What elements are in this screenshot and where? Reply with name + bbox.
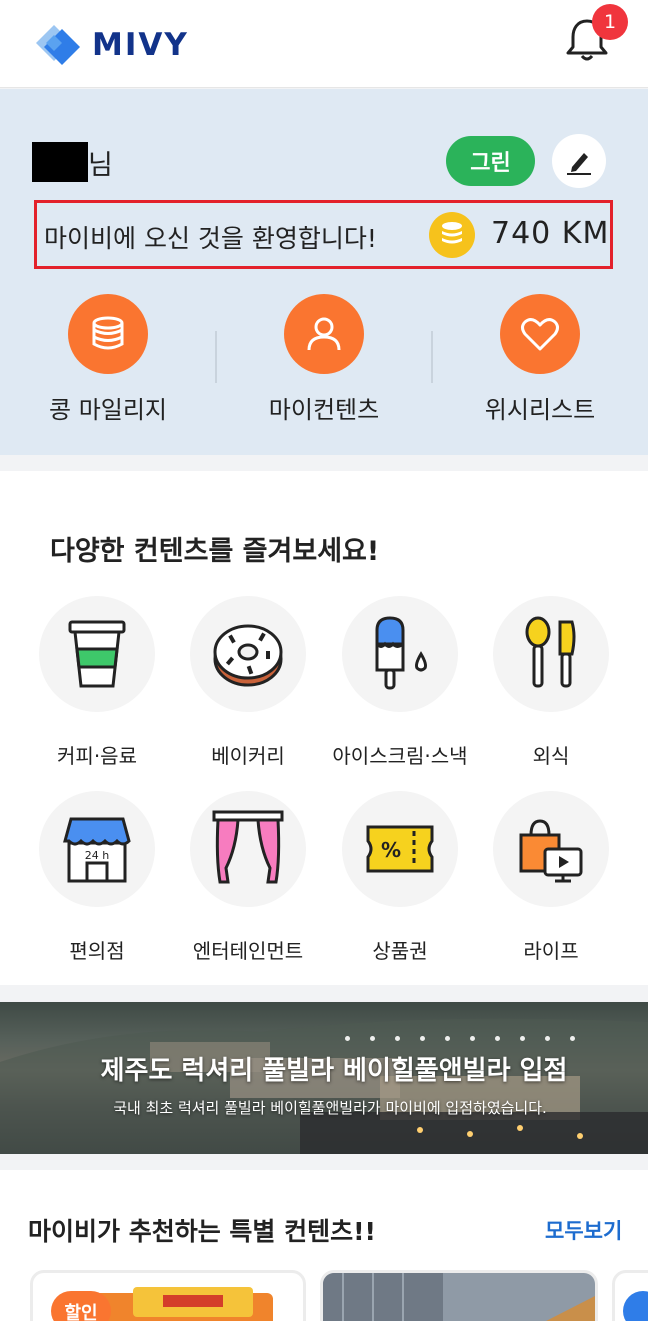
welcome-mileage-box: 마이비에 오신 것을 환영합니다! 740 KM — [34, 200, 613, 269]
category-label: 상품권 — [372, 939, 428, 963]
banner-title: 제주도 럭셔리 풀빌라 베이힐풀앤빌라 입점 — [100, 1056, 568, 1086]
category-label: 라이프 — [523, 939, 579, 963]
category-title: 다양한 컨텐츠를 즐겨보세요! — [50, 536, 380, 567]
category-label: 아이스크림·스낵 — [332, 744, 468, 768]
category-label: 외식 — [532, 744, 570, 768]
category-convenience[interactable]: 24 h 편의점 — [21, 791, 173, 971]
quick-menu-wishlist[interactable]: 위시리스트 — [432, 294, 648, 424]
curtain-icon — [190, 791, 306, 907]
category-section: 다양한 컨텐츠를 즐겨보세요! 커피·음료 베이커리 아이스크림·스낵 외식 2… — [0, 471, 648, 985]
category-life[interactable]: 라이프 — [475, 791, 627, 971]
category-coffee[interactable]: 커피·음료 — [21, 596, 173, 776]
welcome-message: 마이비에 오신 것을 환영합니다! — [44, 224, 377, 253]
category-icecream[interactable]: 아이스크림·스낵 — [324, 596, 476, 776]
category-giftcard[interactable]: % 상품권 — [324, 791, 476, 971]
edit-profile-button[interactable] — [552, 134, 606, 188]
shopping-video-icon — [493, 791, 609, 907]
recommended-section: 마이비가 추천하는 특별 컨텐츠!! 모두보기 할인 — [0, 1170, 648, 1321]
pencil-icon — [567, 153, 591, 175]
recommended-card[interactable]: 할인 — [30, 1270, 306, 1321]
recommended-card[interactable] — [320, 1270, 598, 1321]
coupon-icon: % — [342, 791, 458, 907]
brand-name: MIVY — [92, 27, 189, 63]
category-bakery[interactable]: 베이커리 — [172, 596, 324, 776]
svg-text:24 h: 24 h — [85, 849, 109, 862]
discount-badge: 할인 — [51, 1291, 111, 1321]
recommended-card[interactable] — [612, 1270, 648, 1321]
category-label: 커피·음료 — [57, 744, 137, 768]
card-badge-partial — [623, 1291, 648, 1321]
mileage-value: 740 KM — [491, 216, 610, 251]
banner-subtitle: 국내 최초 럭셔리 풀빌라 베이힐풀앤빌라가 마이비에 입점하였습니다. — [113, 1099, 547, 1117]
convenience-store-icon: 24 h — [39, 791, 155, 907]
donut-icon — [190, 596, 306, 712]
app-header: MIVY 1 — [0, 0, 648, 88]
popsicle-icon — [342, 596, 458, 712]
heart-icon — [500, 294, 580, 374]
logo-mark-icon — [36, 25, 80, 65]
category-label: 베이커리 — [211, 744, 285, 768]
category-entertainment[interactable]: 엔터테인먼트 — [172, 791, 324, 971]
see-all-link[interactable]: 모두보기 — [545, 1215, 622, 1245]
quick-menu-label: 마이컨텐츠 — [268, 396, 380, 424]
category-dining[interactable]: 외식 — [475, 596, 627, 776]
promo-banner[interactable]: 제주도 럭셔리 풀빌라 베이힐풀앤빌라 입점 국내 최초 럭셔리 풀빌라 베이힐… — [0, 1002, 648, 1154]
notification-badge: 1 — [592, 4, 628, 40]
username-suffix: 님 — [88, 150, 113, 181]
category-label: 편의점 — [69, 939, 125, 963]
coin-icon — [429, 212, 475, 258]
redacted-username — [32, 142, 88, 182]
spoon-knife-icon — [493, 596, 609, 712]
profile-section: 님 그린 마이비에 오신 것을 환영합니다! 740 KM 콩 마일리지 마이컨… — [0, 89, 648, 455]
grade-badge[interactable]: 그린 — [446, 136, 535, 186]
svg-text:%: % — [381, 838, 401, 862]
category-label: 엔터테인먼트 — [192, 939, 304, 963]
user-icon — [284, 294, 364, 374]
quick-menu-label: 콩 마일리지 — [48, 396, 168, 424]
quick-menu-my-contents[interactable]: 마이컨텐츠 — [216, 294, 432, 424]
quick-menu-mileage[interactable]: 콩 마일리지 — [0, 294, 216, 424]
quick-menu-label: 위시리스트 — [484, 396, 596, 424]
building-photo — [323, 1273, 595, 1321]
banner-dots — [345, 1036, 575, 1041]
coins-icon — [68, 294, 148, 374]
coffee-cup-icon — [39, 596, 155, 712]
mivy-logo[interactable]: MIVY — [32, 22, 189, 68]
recommended-title: 마이비가 추천하는 특별 컨텐츠!! — [28, 1217, 376, 1246]
